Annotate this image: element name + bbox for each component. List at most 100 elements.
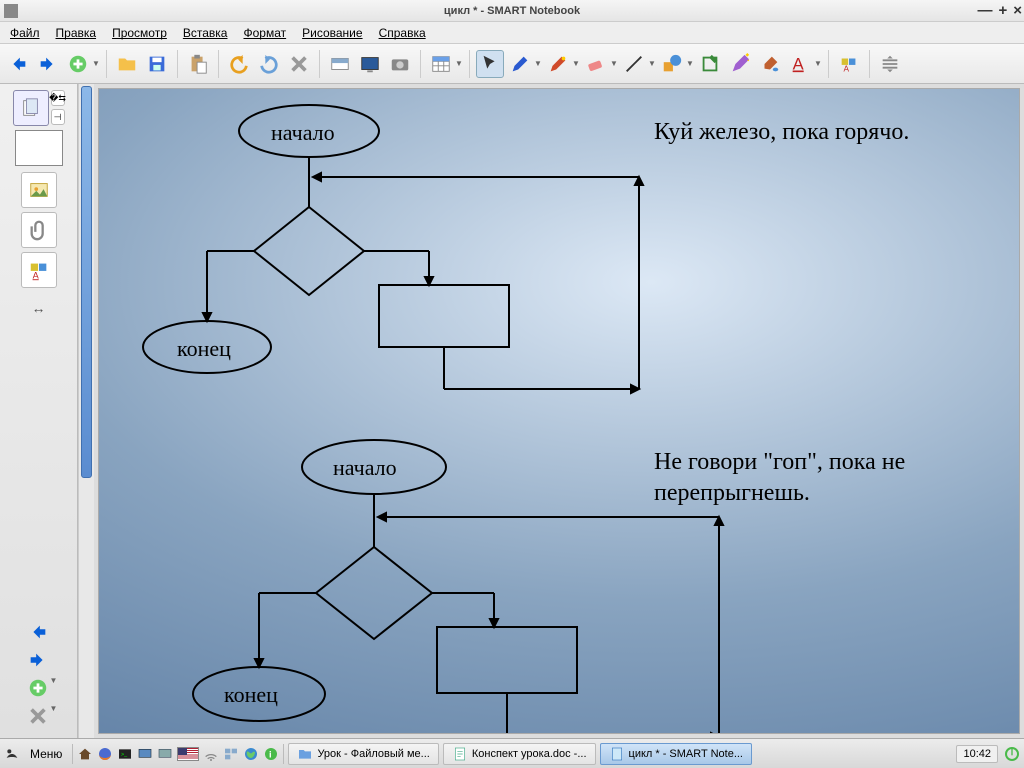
properties-tab[interactable]: A bbox=[21, 252, 57, 288]
system-tray: 10:42 bbox=[956, 745, 1020, 763]
menu-help[interactable]: Справка bbox=[371, 24, 434, 42]
flow2-end-label: конец bbox=[224, 681, 278, 710]
nav-delete[interactable] bbox=[26, 704, 50, 728]
task-document[interactable]: Конспект урока.doc -... bbox=[443, 743, 596, 765]
save-button[interactable] bbox=[143, 50, 171, 78]
menu-view[interactable]: Просмотр bbox=[104, 24, 175, 42]
taskbar-terminal-icon[interactable]: >_ bbox=[117, 746, 133, 762]
window-controls: — + × bbox=[977, 2, 1022, 19]
menu-file[interactable]: Файл bbox=[2, 24, 48, 42]
eraser-tool[interactable] bbox=[582, 50, 610, 78]
taskbar-home-icon[interactable] bbox=[77, 746, 93, 762]
page-thumbnail[interactable] bbox=[15, 130, 63, 166]
line-tool[interactable] bbox=[620, 50, 648, 78]
add-page-dropdown[interactable]: ▼ bbox=[92, 59, 100, 68]
task-file-manager[interactable]: Урок - Файловый ме... bbox=[288, 743, 438, 765]
pen-dropdown[interactable]: ▼ bbox=[534, 59, 542, 68]
taskbar-tasklist-icon[interactable] bbox=[223, 746, 239, 762]
svg-text:A: A bbox=[32, 270, 39, 280]
shapes-tool[interactable] bbox=[658, 50, 686, 78]
nav-next[interactable] bbox=[26, 648, 50, 672]
pin-toggle[interactable]: ⊣ bbox=[51, 109, 65, 125]
text-tool[interactable]: A bbox=[786, 50, 814, 78]
creative-pen-dropdown[interactable]: ▼ bbox=[572, 59, 580, 68]
task3-label: цикл * - SMART Note... bbox=[629, 748, 743, 760]
sidebar-nav: ▼ ▼ bbox=[20, 620, 58, 728]
canvas[interactable]: начало конец Куй железо, пока горячо. bbox=[98, 88, 1020, 734]
notebook-icon bbox=[609, 746, 625, 762]
move-toolbar-button[interactable] bbox=[876, 50, 904, 78]
minimize-button[interactable]: — bbox=[977, 2, 992, 19]
flow2-start-label: начало bbox=[333, 454, 397, 483]
eraser-dropdown[interactable]: ▼ bbox=[610, 59, 618, 68]
sidebar: �⇆ ⊣ A ↔ ▼ ▼ bbox=[0, 84, 78, 738]
taskbar-info-icon[interactable]: i bbox=[263, 746, 279, 762]
properties-button[interactable]: A bbox=[835, 50, 863, 78]
logout-icon[interactable] bbox=[1004, 746, 1020, 762]
svg-text:A: A bbox=[793, 55, 804, 73]
creative-pen-tool[interactable] bbox=[544, 50, 572, 78]
start-menu-button[interactable]: Меню bbox=[24, 747, 68, 761]
menu-format[interactable]: Формат bbox=[235, 24, 294, 42]
redo-button[interactable] bbox=[255, 50, 283, 78]
keyboard-layout-us[interactable] bbox=[177, 747, 199, 761]
undo-button[interactable] bbox=[225, 50, 253, 78]
magic-pen-tool[interactable] bbox=[726, 50, 754, 78]
taskbar-desktop1-icon[interactable] bbox=[137, 746, 153, 762]
gallery-tab[interactable] bbox=[21, 172, 57, 208]
select-tool[interactable] bbox=[476, 50, 504, 78]
line-dropdown[interactable]: ▼ bbox=[648, 59, 656, 68]
start-icon[interactable] bbox=[4, 746, 20, 762]
text-dropdown[interactable]: ▼ bbox=[814, 59, 822, 68]
pen-tool[interactable] bbox=[506, 50, 534, 78]
menu-edit[interactable]: Правка bbox=[48, 24, 105, 42]
sidebar-scrollbar[interactable] bbox=[78, 84, 94, 738]
taskbar-desktop2-icon[interactable] bbox=[157, 746, 173, 762]
page-sorter-tab[interactable] bbox=[13, 90, 49, 126]
taskbar-network-icon[interactable] bbox=[203, 746, 219, 762]
nav-add[interactable] bbox=[26, 676, 50, 700]
menubar: Файл Правка Просмотр Вставка Формат Рисо… bbox=[0, 22, 1024, 44]
close-button[interactable]: × bbox=[1013, 2, 1022, 19]
nav-prev[interactable] bbox=[26, 620, 50, 644]
fullscreen-button[interactable] bbox=[356, 50, 384, 78]
proverb-2: Не говори "гоп", пока не перепрыгнешь. bbox=[654, 447, 984, 509]
workarea: �⇆ ⊣ A ↔ ▼ ▼ bbox=[0, 84, 1024, 738]
menu-draw[interactable]: Рисование bbox=[294, 24, 370, 42]
taskbar-globe-icon[interactable] bbox=[243, 746, 259, 762]
fill-tool[interactable] bbox=[756, 50, 784, 78]
nav-add-dropdown[interactable]: ▼ bbox=[50, 676, 58, 700]
flow1-start-label: начало bbox=[271, 119, 335, 148]
open-button[interactable] bbox=[113, 50, 141, 78]
task1-label: Урок - Файловый ме... bbox=[317, 748, 429, 760]
screen-capture-button[interactable] bbox=[386, 50, 414, 78]
nav-delete-dropdown[interactable]: ▼ bbox=[50, 704, 58, 728]
shape-pen-tool[interactable] bbox=[696, 50, 724, 78]
add-page-button[interactable] bbox=[64, 50, 92, 78]
delete-button[interactable] bbox=[285, 50, 313, 78]
proverb-1: Куй железо, пока горячо. bbox=[654, 117, 909, 148]
prev-page-button[interactable] bbox=[4, 50, 32, 78]
toolbar: ▼ ▼ ▼ ▼ ▼ ▼ ▼ A ▼ A bbox=[0, 44, 1024, 84]
taskbar: Меню >_ i Урок - Файловый ме... Конспект… bbox=[0, 738, 1024, 768]
screen-shade-button[interactable] bbox=[326, 50, 354, 78]
attachments-tab[interactable] bbox=[21, 212, 57, 248]
menu-insert[interactable]: Вставка bbox=[175, 24, 236, 42]
clock[interactable]: 10:42 bbox=[956, 745, 998, 763]
shapes-dropdown[interactable]: ▼ bbox=[686, 59, 694, 68]
autohide-toggle[interactable]: �⇆ bbox=[51, 90, 65, 106]
folder-icon bbox=[297, 746, 313, 762]
svg-text:>_: >_ bbox=[121, 752, 128, 758]
app-icon bbox=[4, 4, 18, 18]
svg-text:A: A bbox=[844, 64, 850, 73]
collapse-sidebar[interactable]: ↔ bbox=[32, 300, 46, 316]
next-page-button[interactable] bbox=[34, 50, 62, 78]
task-smart-notebook[interactable]: цикл * - SMART Note... bbox=[600, 743, 752, 765]
taskbar-firefox-icon[interactable] bbox=[97, 746, 113, 762]
canvas-wrap: начало конец Куй железо, пока горячо. bbox=[94, 84, 1024, 738]
titlebar: цикл * - SMART Notebook — + × bbox=[0, 0, 1024, 22]
maximize-button[interactable]: + bbox=[998, 2, 1007, 19]
table-button[interactable] bbox=[427, 50, 455, 78]
table-dropdown[interactable]: ▼ bbox=[455, 59, 463, 68]
paste-button[interactable] bbox=[184, 50, 212, 78]
